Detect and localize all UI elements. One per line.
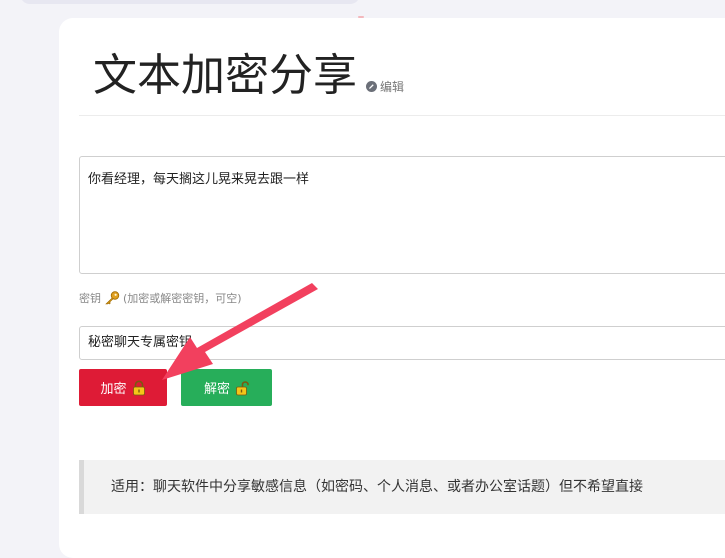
edit-link[interactable]: 编辑 xyxy=(366,78,404,95)
encrypt-button[interactable]: 加密 xyxy=(79,369,167,406)
key-label-row: 密钥 (加密或解密密钥，可空) xyxy=(79,290,242,306)
edit-label: 编辑 xyxy=(380,80,405,94)
encrypt-label: 加密 xyxy=(100,382,127,397)
key-icon xyxy=(105,291,120,305)
lock-closed-icon xyxy=(132,380,145,395)
decrypt-label: 解密 xyxy=(203,382,230,397)
pencil-circle-icon xyxy=(366,81,377,92)
title-divider xyxy=(79,115,725,116)
key-input[interactable]: 秘密聊天专属密钥 xyxy=(79,326,725,360)
usage-note: 适用：聊天软件中分享敏感信息（如密码、个人消息、或者办公室话题）但不希望直接 xyxy=(79,460,725,514)
key-hint: (加密或解密密钥，可空) xyxy=(123,292,242,305)
decrypt-button[interactable]: 解密 xyxy=(181,369,272,406)
lock-open-icon xyxy=(236,380,249,395)
page-title: 文本加密分享 xyxy=(93,50,357,101)
top-search-bar[interactable] xyxy=(20,0,360,4)
key-label: 密钥 xyxy=(79,292,101,305)
message-textarea[interactable]: 你看经理，每天搁这儿晃来晃去跟一样 xyxy=(79,156,725,274)
